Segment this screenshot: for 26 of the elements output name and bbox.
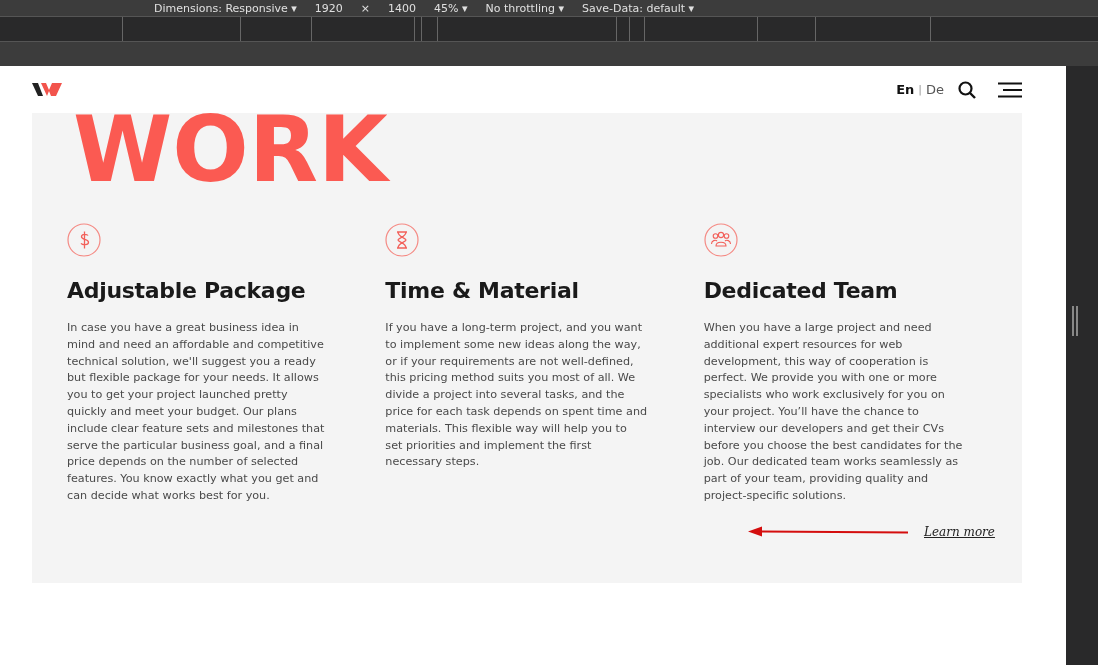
search-button[interactable] — [958, 80, 976, 99]
resize-handle[interactable] — [1072, 305, 1078, 336]
learn-more-link[interactable]: Learn more — [924, 525, 995, 539]
toolbar-item[interactable]: 1920 — [314, 1, 343, 15]
logo-icon[interactable] — [32, 81, 62, 98]
service-description: In case you have a great business idea in mind and need an affordable and competitive technical solution, we'll suggest you a ready but flexible package for your needs. It allows you to get your project launched pretty quickly and meet your budget. Our plans include clear feature sets and milestones that serve the particular business goal, and a final price depends on the number of selected features. You know exactly what you get and can decide what works best for you. — [67, 320, 326, 504]
service-title: Time & Material — [385, 277, 579, 305]
language-option[interactable]: En — [896, 82, 915, 97]
toolbar-item[interactable]: 45% ▾ — [434, 1, 468, 15]
language-option[interactable]: De — [926, 82, 944, 97]
toolbar-item[interactable]: No throttling ▾ — [485, 1, 564, 15]
separator-text: | — [918, 83, 922, 96]
dollar-icon — [67, 223, 101, 257]
hourglass-icon — [385, 223, 420, 257]
toolbar-item[interactable]: Save-Data: default ▾ — [582, 1, 695, 15]
service-description: If you have a long-term project, and you want to implement some new ideas along the way, or if your requirements are not well-defined, this pricing method suits you most of all. We divide a project into several tasks, and the price for each task depends on spent time and materials. This flexible way will help you to set priorities and implement the first necessary steps. — [385, 320, 648, 471]
service-description: When you have a large project and need additional expert resources for web development, this way of cooperation is perfect. We provide you with one or more specialists who work exclusively for you on your project. You’ll have the chance to interview our developers and get their CVs before you choose the best candidates for the job. Our dedicated team works seamlessly as part of your team, providing quality and project-specific solutions. — [703, 320, 964, 504]
menu-button[interactable] — [998, 81, 1022, 98]
toolbar-item[interactable]: × — [360, 1, 371, 15]
people-icon — [703, 223, 738, 257]
toolbar-item[interactable]: 1400 — [388, 1, 417, 15]
arrow-icon — [748, 526, 910, 538]
service-title: Dedicated Team — [703, 277, 898, 305]
section-heading: WORK — [73, 105, 388, 195]
toolbar-item[interactable]: Dimensions: Responsive ▾ — [154, 1, 297, 15]
service-title: Adjustable Package — [67, 277, 306, 305]
